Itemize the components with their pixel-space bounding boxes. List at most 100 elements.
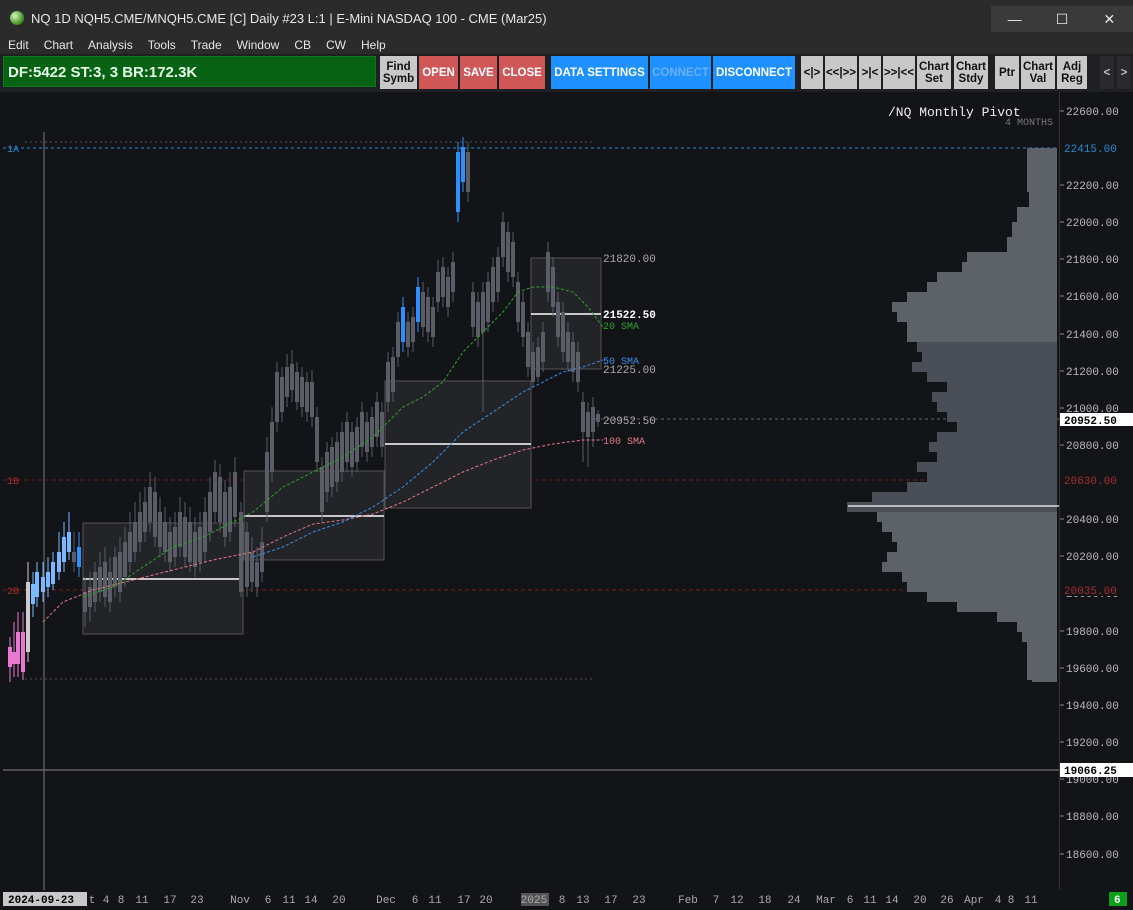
candle-body	[581, 402, 585, 432]
candle-body	[591, 407, 595, 432]
profile-bar	[947, 382, 1057, 392]
candle-body	[255, 562, 259, 587]
toolbar-scroll-right-button[interactable]: >	[1117, 56, 1131, 89]
s1-level-label: 1B	[7, 477, 19, 488]
chart-studies-button[interactable]: Chart Stdy	[954, 56, 988, 89]
time-tick-label: 8	[559, 895, 566, 907]
time-tick-label: 23	[632, 895, 645, 907]
nav-button-4[interactable]: >>|<<	[883, 56, 915, 89]
toolbar-scroll-left-button[interactable]: <	[1100, 56, 1114, 89]
profile-bar	[847, 502, 1057, 512]
save-button[interactable]: SAVE	[460, 56, 497, 89]
profile-bar	[927, 472, 1057, 482]
profile-bar	[1027, 148, 1057, 162]
candle-body	[536, 347, 540, 377]
nav-button-3[interactable]: >|<	[859, 56, 881, 89]
maximize-button[interactable]: ☐	[1038, 6, 1085, 32]
candle-body	[391, 357, 395, 392]
candle-body	[128, 532, 132, 562]
adjust-region-button[interactable]: Adj Reg	[1057, 56, 1087, 89]
chart-settings-button[interactable]: Chart Set	[917, 56, 951, 89]
price-tick-label: 19200.00	[1066, 738, 1119, 750]
candle-body	[506, 232, 510, 272]
profile-bar	[1027, 177, 1057, 192]
menu-analysis[interactable]: Analysis	[80, 36, 140, 54]
nav-button-1[interactable]: <|>	[801, 56, 823, 89]
candle-body	[365, 422, 369, 452]
profile-bar	[907, 292, 1057, 302]
profile-bar	[1027, 642, 1057, 652]
close-button[interactable]: CLOSE	[499, 56, 545, 89]
menu-tools[interactable]: Tools	[140, 36, 183, 54]
candle-body	[386, 362, 390, 402]
menu-edit[interactable]: Edit	[0, 36, 36, 54]
time-tick-label: 20	[913, 895, 926, 907]
candle-body	[223, 492, 227, 537]
profile-bar	[1027, 662, 1057, 672]
price-tick-label: 21800.00	[1066, 255, 1119, 267]
time-tick-label: 26	[940, 895, 953, 907]
time-tick-label: 20	[332, 895, 345, 907]
profile-bar	[917, 342, 1057, 352]
candle-body	[471, 292, 475, 327]
window-title: NQ 1D NQH5.CME/MNQH5.CME [C] Daily #23 L…	[31, 11, 547, 26]
find-symbol-button[interactable]: Find Symb	[380, 56, 417, 89]
menu-cw[interactable]: CW	[318, 36, 353, 54]
candle-body	[88, 587, 92, 607]
cursor-date-label: 2024-09-23	[8, 895, 74, 907]
time-tick-label: 17	[163, 895, 176, 907]
disconnect-button[interactable]: DISCONNECT	[713, 56, 795, 89]
time-tick-label: 6	[412, 895, 419, 907]
connect-button[interactable]: CONNECT	[650, 56, 711, 89]
candle-body	[486, 282, 490, 322]
chart-canvas[interactable]: 1A 1B 2B /NQ Monthly Pivot 4 MONTHS 2182…	[3, 92, 1059, 890]
candle-body	[62, 537, 66, 562]
s-price-label: 20035.00	[1064, 586, 1117, 598]
candle-body	[138, 512, 142, 542]
menu-trade[interactable]: Trade	[183, 36, 229, 54]
open-button[interactable]: OPEN	[419, 56, 458, 89]
time-tick-label: 6	[265, 895, 272, 907]
candle-body	[35, 572, 39, 597]
profile-bar	[1029, 192, 1057, 207]
menu-help[interactable]: Help	[353, 36, 393, 54]
profile-bar	[897, 312, 1057, 322]
menu-chart[interactable]: Chart	[36, 36, 80, 54]
pointer-button[interactable]: Ptr	[995, 56, 1019, 89]
candle-body	[168, 532, 172, 562]
price-tick-label: 21200.00	[1066, 367, 1119, 379]
price-axis[interactable]: 22600.00 22200.00 22000.00 21800.00 21600.00…	[1059, 92, 1133, 890]
time-tick-label: 8	[1008, 895, 1015, 907]
time-tick-label: Apr	[964, 895, 984, 907]
candle-body	[51, 562, 55, 584]
data-settings-button[interactable]: DATA SETTINGS	[551, 56, 648, 89]
price-tick-label: 18600.00	[1066, 850, 1119, 862]
profile-bar	[929, 442, 1057, 452]
nav-button-2[interactable]: <<|>>	[825, 56, 857, 89]
candle-body	[203, 512, 207, 552]
time-axis-svg: t 4 8 11 17 23 Nov 6 11 14 20 Dec 6 11 17 20 2025 8 13 17 23…	[3, 892, 1127, 907]
candle-body	[108, 572, 112, 602]
candle-body	[280, 377, 284, 412]
close-window-button[interactable]: ✕	[1086, 6, 1133, 32]
candle-body	[123, 542, 127, 577]
candle-body	[133, 522, 137, 552]
minimize-button[interactable]: —	[991, 6, 1038, 32]
time-tick-label: 14	[304, 895, 318, 907]
last-price-chart-label: 20952.50	[603, 416, 656, 428]
menu-cb[interactable]: CB	[286, 36, 318, 54]
candle-body	[401, 307, 405, 342]
candle-body	[566, 332, 570, 362]
candle-body	[586, 412, 590, 437]
time-axis[interactable]: t 4 8 11 17 23 Nov 6 11 14 20 Dec 6 11 17 20 2025 8 13 17 23…	[0, 890, 1133, 910]
candle-body	[406, 322, 410, 347]
candle-body	[8, 647, 12, 667]
menu-window[interactable]: Window	[229, 36, 287, 54]
profile-bar	[1007, 237, 1057, 252]
profile-bar	[882, 562, 1057, 572]
menu-bar: Edit Chart Analysis Tools Trade Window C…	[0, 36, 1133, 54]
candle-body	[496, 257, 500, 292]
candle-body	[421, 292, 425, 327]
chart-values-button[interactable]: Chart Val	[1021, 56, 1055, 89]
candle-body	[12, 652, 16, 664]
